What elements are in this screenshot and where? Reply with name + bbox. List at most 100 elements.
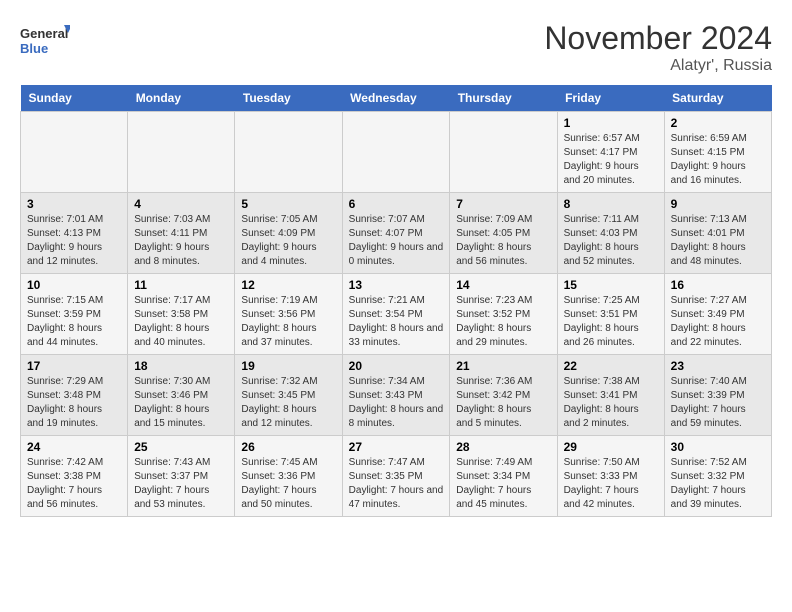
day-cell: 20Sunrise: 7:34 AM Sunset: 3:43 PM Dayli… [342,355,450,436]
day-cell: 11 Sunrise: 7:17 AM Sunset: 3:58 PM Dayli… [128,274,235,355]
day-cell: 6 Sunrise: 7:07 AM Sunset: 4:07 PM Daylig… [342,193,450,274]
day-info: Sunrise: 6:57 AM Sunset: 4:17 PM Dayligh… [564,132,658,188]
day-info: Sunrise: 7:52 AM Sunset: 3:32 PM Dayligh… [671,456,765,512]
day-info: Sunrise: 7:17 AM Sunset: 3:58 PM Dayligh… [134,294,228,350]
day-cell: 28Sunrise: 7:49 AM Sunset: 3:34 PM Dayli… [450,436,557,517]
day-info: Sunrise: 7:05 AM Sunset: 4:09 PM Dayligh… [241,213,335,269]
day-info: Sunrise: 7:42 AM Sunset: 3:38 PM Dayligh… [27,456,121,512]
day-cell: 13 Sunrise: 7:21 AM Sunset: 3:54 PM Dayli… [342,274,450,355]
day-number: 4 [134,197,228,211]
day-number: 23 [671,359,765,373]
day-number: 22 [564,359,658,373]
day-info: Sunrise: 7:09 AM Sunset: 4:05 PM Dayligh… [456,213,550,269]
day-cell: 9 Sunrise: 7:13 AM Sunset: 4:01 PM Daylig… [664,193,771,274]
day-number: 16 [671,278,765,292]
day-number: 11 [134,278,228,292]
day-info: Sunrise: 7:21 AM Sunset: 3:54 PM Dayligh… [349,294,444,350]
day-info: Sunrise: 7:07 AM Sunset: 4:07 PM Dayligh… [349,213,444,269]
calendar-table: Sunday Monday Tuesday Wednesday Thursday… [20,85,772,517]
day-number: 15 [564,278,658,292]
day-info: Sunrise: 6:59 AM Sunset: 4:15 PM Dayligh… [671,132,765,188]
day-number: 6 [349,197,444,211]
day-cell: 23Sunrise: 7:40 AM Sunset: 3:39 PM Dayli… [664,355,771,436]
day-cell: 7 Sunrise: 7:09 AM Sunset: 4:05 PM Daylig… [450,193,557,274]
week-row-4: 17 Sunrise: 7:29 AM Sunset: 3:48 PM Dayli… [21,355,772,436]
month-title: November 2024 [544,20,772,57]
day-number: 29 [564,440,658,454]
day-number: 2 [671,116,765,130]
day-cell [21,112,128,193]
day-cell: 8 Sunrise: 7:11 AM Sunset: 4:03 PM Daylig… [557,193,664,274]
day-cell: 3 Sunrise: 7:01 AM Sunset: 4:13 PM Daylig… [21,193,128,274]
day-info: Sunrise: 7:32 AM Sunset: 3:45 PM Dayligh… [241,375,335,431]
day-info: Sunrise: 7:45 AM Sunset: 3:36 PM Dayligh… [241,456,335,512]
day-cell: 29Sunrise: 7:50 AM Sunset: 3:33 PM Dayli… [557,436,664,517]
day-cell: 16 Sunrise: 7:27 AM Sunset: 3:49 PM Dayli… [664,274,771,355]
day-info: Sunrise: 7:43 AM Sunset: 3:37 PM Dayligh… [134,456,228,512]
day-cell [450,112,557,193]
day-number: 1 [564,116,658,130]
day-cell: 14 Sunrise: 7:23 AM Sunset: 3:52 PM Dayli… [450,274,557,355]
day-number: 7 [456,197,550,211]
day-cell: 30Sunrise: 7:52 AM Sunset: 3:32 PM Dayli… [664,436,771,517]
day-number: 17 [27,359,121,373]
logo-svg: General Blue [20,20,70,60]
day-cell: 10 Sunrise: 7:15 AM Sunset: 3:59 PM Dayli… [21,274,128,355]
day-number: 10 [27,278,121,292]
day-number: 5 [241,197,335,211]
day-info: Sunrise: 7:03 AM Sunset: 4:11 PM Dayligh… [134,213,228,269]
day-info: Sunrise: 7:36 AM Sunset: 3:42 PM Dayligh… [456,375,550,431]
day-cell: 18Sunrise: 7:30 AM Sunset: 3:46 PM Dayli… [128,355,235,436]
day-cell: 24 Sunrise: 7:42 AM Sunset: 3:38 PM Dayli… [21,436,128,517]
day-cell: 1 Sunrise: 6:57 AM Sunset: 4:17 PM Daylig… [557,112,664,193]
day-info: Sunrise: 7:23 AM Sunset: 3:52 PM Dayligh… [456,294,550,350]
day-info: Sunrise: 7:19 AM Sunset: 3:56 PM Dayligh… [241,294,335,350]
day-cell: 17 Sunrise: 7:29 AM Sunset: 3:48 PM Dayli… [21,355,128,436]
day-cell [235,112,342,193]
day-info: Sunrise: 7:47 AM Sunset: 3:35 PM Dayligh… [349,456,444,512]
day-number: 19 [241,359,335,373]
day-cell: 12 Sunrise: 7:19 AM Sunset: 3:56 PM Dayli… [235,274,342,355]
day-cell [342,112,450,193]
day-number: 28 [456,440,550,454]
day-info: Sunrise: 7:27 AM Sunset: 3:49 PM Dayligh… [671,294,765,350]
page-header: General Blue November 2024 Alatyr', Russ… [20,20,772,75]
day-cell: 5 Sunrise: 7:05 AM Sunset: 4:09 PM Daylig… [235,193,342,274]
day-number: 18 [134,359,228,373]
day-number: 14 [456,278,550,292]
day-cell: 21 Sunrise: 7:36 AM Sunset: 3:42 PM Dayli… [450,355,557,436]
day-info: Sunrise: 7:01 AM Sunset: 4:13 PM Dayligh… [27,213,121,269]
day-info: Sunrise: 7:11 AM Sunset: 4:03 PM Dayligh… [564,213,658,269]
day-info: Sunrise: 7:15 AM Sunset: 3:59 PM Dayligh… [27,294,121,350]
day-info: Sunrise: 7:38 AM Sunset: 3:41 PM Dayligh… [564,375,658,431]
week-row-2: 3 Sunrise: 7:01 AM Sunset: 4:13 PM Daylig… [21,193,772,274]
day-number: 9 [671,197,765,211]
day-number: 21 [456,359,550,373]
day-info: Sunrise: 7:34 AM Sunset: 3:43 PM Dayligh… [349,375,444,431]
col-friday: Friday [557,85,664,112]
day-cell: 2 Sunrise: 6:59 AM Sunset: 4:15 PM Daylig… [664,112,771,193]
day-cell: 19 Sunrise: 7:32 AM Sunset: 3:45 PM Dayli… [235,355,342,436]
week-row-3: 10 Sunrise: 7:15 AM Sunset: 3:59 PM Dayli… [21,274,772,355]
day-info: Sunrise: 7:29 AM Sunset: 3:48 PM Dayligh… [27,375,121,431]
col-wednesday: Wednesday [342,85,450,112]
calendar-header-row: Sunday Monday Tuesday Wednesday Thursday… [21,85,772,112]
day-info: Sunrise: 7:25 AM Sunset: 3:51 PM Dayligh… [564,294,658,350]
day-cell: 26 Sunrise: 7:45 AM Sunset: 3:36 PM Dayli… [235,436,342,517]
day-number: 24 [27,440,121,454]
day-info: Sunrise: 7:13 AM Sunset: 4:01 PM Dayligh… [671,213,765,269]
col-sunday: Sunday [21,85,128,112]
day-number: 12 [241,278,335,292]
day-cell: 25Sunrise: 7:43 AM Sunset: 3:37 PM Dayli… [128,436,235,517]
day-number: 13 [349,278,444,292]
location-subtitle: Alatyr', Russia [544,57,772,75]
svg-text:General: General [20,26,68,41]
day-number: 8 [564,197,658,211]
day-number: 26 [241,440,335,454]
title-block: November 2024 Alatyr', Russia [544,20,772,75]
day-number: 3 [27,197,121,211]
day-cell: 4 Sunrise: 7:03 AM Sunset: 4:11 PM Daylig… [128,193,235,274]
col-saturday: Saturday [664,85,771,112]
day-cell [128,112,235,193]
week-row-1: 1 Sunrise: 6:57 AM Sunset: 4:17 PM Daylig… [21,112,772,193]
